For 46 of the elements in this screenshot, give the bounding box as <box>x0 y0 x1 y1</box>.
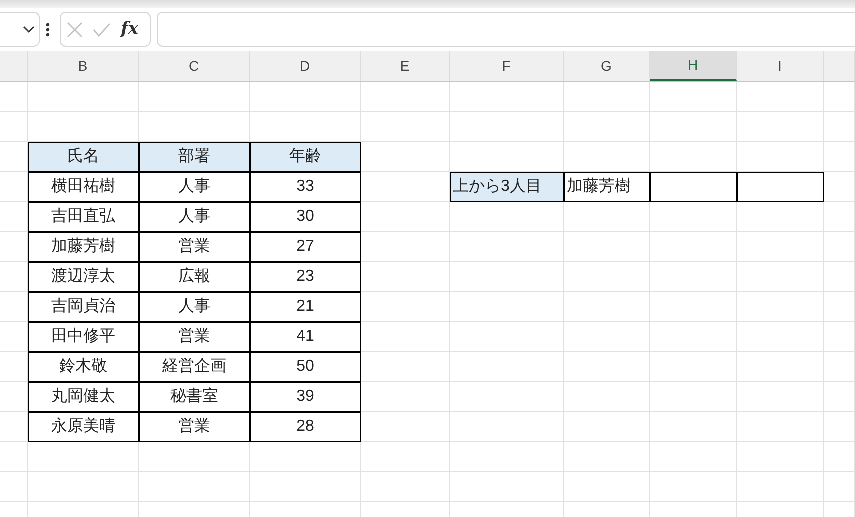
check-icon[interactable] <box>93 22 111 36</box>
table-cell: 33 <box>250 172 361 202</box>
table-cell: 営業 <box>139 232 250 262</box>
table-cell: 人事 <box>139 292 250 322</box>
table-cell: 加藤芳樹 <box>28 232 139 262</box>
formula-input-field[interactable] <box>157 12 855 47</box>
column-header[interactable]: C <box>139 51 250 81</box>
table-cell: 39 <box>250 382 361 412</box>
table-cell: 鈴木敬 <box>28 352 139 382</box>
column-heading: 年齢 <box>250 142 361 172</box>
table-cell: 吉田直弘 <box>28 202 139 232</box>
table-cell: 21 <box>250 292 361 322</box>
table-cell: 41 <box>250 322 361 352</box>
table-cell: 人事 <box>139 202 250 232</box>
column-header[interactable]: F <box>450 51 564 81</box>
table-cell: 人事 <box>139 172 250 202</box>
table-cell: 経営企画 <box>139 352 250 382</box>
table-cell: 渡辺淳太 <box>28 262 139 292</box>
column-header[interactable]: H <box>650 51 737 81</box>
chevron-down-icon <box>23 26 35 34</box>
table-cell: 30 <box>250 202 361 232</box>
table-cell: 27 <box>250 232 361 262</box>
name-box[interactable] <box>0 12 40 47</box>
column-heading: 氏名 <box>28 142 139 172</box>
table-cell: 営業 <box>139 322 250 352</box>
lookup-value: 加藤芳樹 <box>564 172 650 202</box>
table-cell: 23 <box>250 262 361 292</box>
table-cell: 丸岡健太 <box>28 382 139 412</box>
column-header[interactable]: E <box>361 51 450 81</box>
lookup-label: 上から3人目 <box>450 172 564 202</box>
table-cell: 50 <box>250 352 361 382</box>
column-heading: 部署 <box>139 142 250 172</box>
table-cell: 横田祐樹 <box>28 172 139 202</box>
table-cell: 田中修平 <box>28 322 139 352</box>
column-header[interactable]: I <box>737 51 824 81</box>
table-cell: 吉岡貞治 <box>28 292 139 322</box>
column-header[interactable]: B <box>28 51 139 81</box>
table-cell: 広報 <box>139 262 250 292</box>
more-options-icon[interactable] <box>46 22 50 36</box>
table-cell: 28 <box>250 412 361 442</box>
insert-function-button[interactable]: fx <box>121 16 138 42</box>
table-cell: 永原美晴 <box>28 412 139 442</box>
table-cell: 営業 <box>139 412 250 442</box>
column-header[interactable]: D <box>250 51 361 81</box>
table-cell: 秘書室 <box>139 382 250 412</box>
cancel-icon[interactable] <box>67 22 83 38</box>
